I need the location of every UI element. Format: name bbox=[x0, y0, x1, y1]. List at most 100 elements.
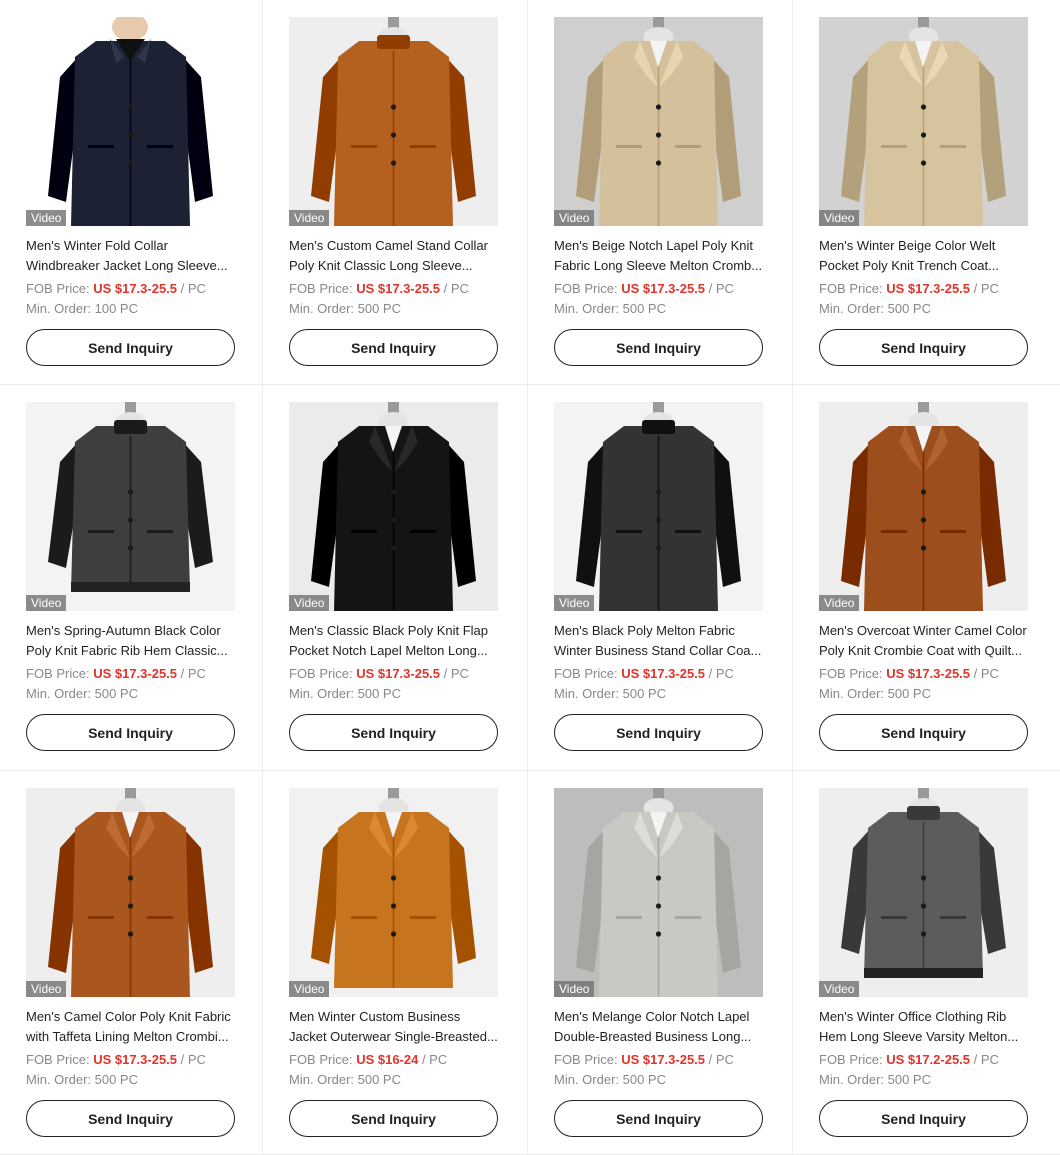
send-inquiry-button[interactable]: Send Inquiry bbox=[819, 1100, 1028, 1137]
video-badge[interactable]: Video bbox=[819, 981, 860, 997]
product-image[interactable]: Video bbox=[26, 17, 235, 226]
product-card-11[interactable]: Video Men's Melange Color Notch Lapel Do… bbox=[528, 771, 793, 1155]
product-title-line-1[interactable]: Men's Beige Notch Lapel Poly Knit bbox=[554, 236, 766, 256]
product-card-4[interactable]: Video Men's Winter Beige Color Welt Pock… bbox=[793, 0, 1060, 385]
product-image[interactable]: Video bbox=[819, 402, 1028, 611]
product-image[interactable]: Video bbox=[289, 17, 498, 226]
min-order-label: Min. Order: bbox=[26, 686, 95, 701]
product-title[interactable]: Men's Spring-Autumn Black Color Poly Kni… bbox=[26, 621, 238, 661]
product-title[interactable]: Men's Custom Camel Stand Collar Poly Kni… bbox=[289, 236, 501, 276]
video-badge[interactable]: Video bbox=[819, 595, 860, 611]
send-inquiry-button[interactable]: Send Inquiry bbox=[554, 329, 763, 366]
send-inquiry-button[interactable]: Send Inquiry bbox=[26, 714, 235, 751]
product-title-line-1[interactable]: Men's Spring-Autumn Black Color bbox=[26, 621, 238, 641]
product-title[interactable]: Men's Winter Beige Color Welt Pocket Pol… bbox=[819, 236, 1031, 276]
send-inquiry-button[interactable]: Send Inquiry bbox=[554, 1100, 763, 1137]
product-image[interactable]: Video bbox=[289, 402, 498, 611]
product-title[interactable]: Men's Beige Notch Lapel Poly Knit Fabric… bbox=[554, 236, 766, 276]
send-inquiry-button[interactable]: Send Inquiry bbox=[26, 1100, 235, 1137]
fob-price: FOB Price: US $16-24 / PC bbox=[289, 1051, 447, 1069]
product-card-2[interactable]: Video Men's Custom Camel Stand Collar Po… bbox=[263, 0, 528, 385]
video-badge[interactable]: Video bbox=[554, 981, 595, 997]
min-order-label: Min. Order: bbox=[819, 1072, 888, 1087]
product-image[interactable]: Video bbox=[554, 17, 763, 226]
video-badge[interactable]: Video bbox=[289, 210, 330, 226]
fob-price-label: FOB Price: bbox=[819, 281, 887, 296]
product-title[interactable]: Men's Melange Color Notch Lapel Double-B… bbox=[554, 1007, 766, 1047]
product-title-line-1[interactable]: Men Winter Custom Business bbox=[289, 1007, 501, 1027]
product-title-line-1[interactable]: Men's Winter Beige Color Welt bbox=[819, 236, 1031, 256]
video-badge[interactable]: Video bbox=[554, 595, 595, 611]
min-order: Min. Order: 500 PC bbox=[26, 685, 138, 703]
video-badge[interactable]: Video bbox=[554, 210, 595, 226]
product-title[interactable]: Men's Black Poly Melton Fabric Winter Bu… bbox=[554, 621, 766, 661]
product-title-line-2[interactable]: Hem Long Sleeve Varsity Melton... bbox=[819, 1027, 1031, 1047]
video-badge[interactable]: Video bbox=[819, 210, 860, 226]
product-image[interactable]: Video bbox=[819, 788, 1028, 997]
product-image[interactable]: Video bbox=[289, 788, 498, 997]
coat-photo bbox=[554, 788, 763, 997]
product-title[interactable]: Men Winter Custom Business Jacket Outerw… bbox=[289, 1007, 501, 1047]
product-title[interactable]: Men's Winter Office Clothing Rib Hem Lon… bbox=[819, 1007, 1031, 1047]
video-badge[interactable]: Video bbox=[26, 595, 67, 611]
product-title-line-1[interactable]: Men's Winter Fold Collar bbox=[26, 236, 238, 256]
fob-price-unit: / PC bbox=[177, 1052, 206, 1067]
product-image[interactable]: Video bbox=[819, 17, 1028, 226]
fob-price: FOB Price: US $17.3-25.5 / PC bbox=[554, 1051, 734, 1069]
product-title-line-1[interactable]: Men's Classic Black Poly Knit Flap bbox=[289, 621, 501, 641]
send-inquiry-button[interactable]: Send Inquiry bbox=[289, 714, 498, 751]
send-inquiry-button[interactable]: Send Inquiry bbox=[819, 714, 1028, 751]
video-badge[interactable]: Video bbox=[26, 981, 67, 997]
fob-price: FOB Price: US $17.3-25.5 / PC bbox=[554, 280, 734, 298]
send-inquiry-button[interactable]: Send Inquiry bbox=[554, 714, 763, 751]
product-title[interactable]: Men's Overcoat Winter Camel Color Poly K… bbox=[819, 621, 1031, 661]
product-image[interactable]: Video bbox=[26, 402, 235, 611]
product-title-line-1[interactable]: Men's Black Poly Melton Fabric bbox=[554, 621, 766, 641]
min-order-label: Min. Order: bbox=[554, 1072, 623, 1087]
product-title-line-2[interactable]: with Taffeta Lining Melton Crombi... bbox=[26, 1027, 238, 1047]
product-card-8[interactable]: Video Men's Overcoat Winter Camel Color … bbox=[793, 385, 1060, 771]
product-title-line-1[interactable]: Men's Overcoat Winter Camel Color bbox=[819, 621, 1031, 641]
product-title-line-2[interactable]: Winter Business Stand Collar Coa... bbox=[554, 641, 766, 661]
product-title-line-2[interactable]: Pocket Poly Knit Trench Coat... bbox=[819, 256, 1031, 276]
product-image[interactable]: Video bbox=[554, 788, 763, 997]
product-card-12[interactable]: Video Men's Winter Office Clothing Rib H… bbox=[793, 771, 1060, 1155]
coat-photo bbox=[26, 402, 235, 611]
product-title-line-2[interactable]: Double-Breasted Business Long... bbox=[554, 1027, 766, 1047]
video-badge[interactable]: Video bbox=[289, 595, 330, 611]
min-order-label: Min. Order: bbox=[819, 686, 888, 701]
video-badge[interactable]: Video bbox=[26, 210, 67, 226]
product-title-line-2[interactable]: Poly Knit Classic Long Sleeve... bbox=[289, 256, 501, 276]
product-title[interactable]: Men's Camel Color Poly Knit Fabric with … bbox=[26, 1007, 238, 1047]
product-title-line-1[interactable]: Men's Camel Color Poly Knit Fabric bbox=[26, 1007, 238, 1027]
product-title[interactable]: Men's Classic Black Poly Knit Flap Pocke… bbox=[289, 621, 501, 661]
product-title-line-2[interactable]: Pocket Notch Lapel Melton Long... bbox=[289, 641, 501, 661]
send-inquiry-button[interactable]: Send Inquiry bbox=[289, 1100, 498, 1137]
product-grid: Video Men's Winter Fold Collar Windbreak… bbox=[0, 0, 1060, 1155]
product-title-line-2[interactable]: Poly Knit Fabric Rib Hem Classic... bbox=[26, 641, 238, 661]
product-title-line-1[interactable]: Men's Melange Color Notch Lapel bbox=[554, 1007, 766, 1027]
product-title-line-1[interactable]: Men's Custom Camel Stand Collar bbox=[289, 236, 501, 256]
product-card-10[interactable]: Video Men Winter Custom Business Jacket … bbox=[263, 771, 528, 1155]
min-order-label: Min. Order: bbox=[554, 686, 623, 701]
product-image[interactable]: Video bbox=[554, 402, 763, 611]
video-badge[interactable]: Video bbox=[289, 981, 330, 997]
product-card-5[interactable]: Video Men's Spring-Autumn Black Color Po… bbox=[0, 385, 263, 771]
product-card-9[interactable]: Video Men's Camel Color Poly Knit Fabric… bbox=[0, 771, 263, 1155]
product-title-line-2[interactable]: Fabric Long Sleeve Melton Cromb... bbox=[554, 256, 766, 276]
product-title-line-2[interactable]: Poly Knit Crombie Coat with Quilt... bbox=[819, 641, 1031, 661]
product-image[interactable]: Video bbox=[26, 788, 235, 997]
send-inquiry-button[interactable]: Send Inquiry bbox=[26, 329, 235, 366]
product-card-6[interactable]: Video Men's Classic Black Poly Knit Flap… bbox=[263, 385, 528, 771]
fob-price-value: US $17.3-25.5 bbox=[886, 666, 971, 681]
fob-price-label: FOB Price: bbox=[819, 1052, 887, 1067]
send-inquiry-button[interactable]: Send Inquiry bbox=[289, 329, 498, 366]
product-card-3[interactable]: Video Men's Beige Notch Lapel Poly Knit … bbox=[528, 0, 793, 385]
product-title-line-2[interactable]: Windbreaker Jacket Long Sleeve... bbox=[26, 256, 238, 276]
product-card-1[interactable]: Video Men's Winter Fold Collar Windbreak… bbox=[0, 0, 263, 385]
product-card-7[interactable]: Video Men's Black Poly Melton Fabric Win… bbox=[528, 385, 793, 771]
product-title-line-2[interactable]: Jacket Outerwear Single-Breasted... bbox=[289, 1027, 501, 1047]
product-title[interactable]: Men's Winter Fold Collar Windbreaker Jac… bbox=[26, 236, 238, 276]
send-inquiry-button[interactable]: Send Inquiry bbox=[819, 329, 1028, 366]
product-title-line-1[interactable]: Men's Winter Office Clothing Rib bbox=[819, 1007, 1031, 1027]
